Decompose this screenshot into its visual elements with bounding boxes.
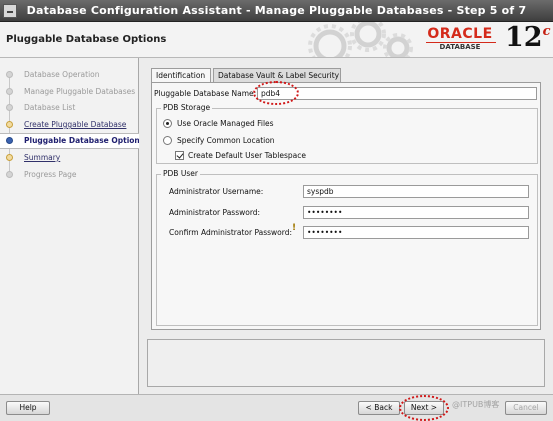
- window-title: Database Configuration Assistant - Manag…: [26, 4, 527, 17]
- oracle-version-logo: 12c: [505, 22, 551, 53]
- create-tablespace-checkbox[interactable]: [175, 151, 184, 160]
- back-button[interactable]: < Back: [358, 401, 400, 415]
- step-database-list: Database List: [0, 101, 139, 115]
- tab-database-vault[interactable]: Database Vault & Label Security: [213, 68, 341, 82]
- step-indicator-icon: [6, 88, 13, 95]
- admin-username-label: Administrator Username:: [169, 187, 264, 196]
- step-label: Database List: [24, 103, 76, 112]
- use-omf-label[interactable]: Use Oracle Managed Files: [177, 119, 274, 128]
- step-indicator-icon: [6, 154, 13, 161]
- steps-sidebar: Database Operation Manage Pluggable Data…: [0, 58, 144, 394]
- main-content: Identification Database Vault & Label Se…: [139, 58, 553, 394]
- message-area: [147, 339, 545, 387]
- pdb-name-label: Pluggable Database Name:: [154, 89, 257, 98]
- admin-password-input[interactable]: [303, 206, 529, 219]
- step-indicator-icon: [6, 171, 13, 178]
- step-label: Progress Page: [24, 170, 77, 179]
- gears-decoration-icon: [308, 22, 413, 57]
- admin-username-input[interactable]: [303, 185, 529, 198]
- step-label[interactable]: Summary: [24, 153, 60, 162]
- page-header: Pluggable Database Options ORACLE DATABA…: [0, 22, 553, 58]
- step-label[interactable]: Create Pluggable Database: [24, 120, 126, 129]
- pdb-name-input[interactable]: [257, 87, 537, 100]
- step-indicator-icon: [6, 104, 13, 111]
- specify-location-label[interactable]: Specify Common Location: [177, 136, 275, 145]
- pdb-storage-title: PDB Storage: [161, 103, 213, 112]
- highlight-ring: [399, 395, 449, 421]
- specify-location-radio[interactable]: [163, 136, 172, 145]
- tab-identification[interactable]: Identification: [151, 68, 211, 83]
- step-create-pdb[interactable]: Create Pluggable Database: [0, 118, 139, 132]
- step-indicator-icon: [6, 121, 13, 128]
- page-title: Pluggable Database Options: [6, 34, 167, 45]
- step-database-operation: Database Operation: [0, 68, 139, 82]
- warning-icon: !: [292, 223, 297, 233]
- cancel-button[interactable]: Cancel: [505, 401, 547, 415]
- step-label: Manage Pluggable Databases: [24, 87, 136, 96]
- watermark-text: @ITPUB博客: [452, 400, 500, 409]
- step-indicator-icon: [6, 137, 13, 144]
- pdb-storage-group: PDB Storage Use Oracle Managed Files Spe…: [156, 103, 538, 164]
- step-progress-page: Progress Page: [0, 168, 139, 182]
- help-button[interactable]: Help: [6, 401, 50, 415]
- oracle-logo: ORACLE DATABASE: [420, 24, 502, 54]
- step-pdb-options[interactable]: Pluggable Database Options: [0, 133, 144, 149]
- step-label: Database Operation: [24, 70, 100, 79]
- step-summary[interactable]: Summary: [0, 151, 139, 165]
- window-titlebar: Database Configuration Assistant - Manag…: [0, 0, 553, 22]
- confirm-password-label: Confirm Administrator Password:: [169, 228, 293, 237]
- step-indicator-icon: [6, 71, 13, 78]
- use-omf-radio[interactable]: [163, 119, 172, 128]
- oracle-logo-database-text: DATABASE: [439, 43, 481, 51]
- step-label[interactable]: Pluggable Database Options: [24, 136, 144, 145]
- version-suffix: c: [542, 24, 551, 39]
- pdb-user-group: PDB User Administrator Username: Adminis…: [156, 169, 538, 326]
- confirm-password-input[interactable]: [303, 226, 529, 239]
- create-tablespace-label[interactable]: Create Default User Tablespace: [188, 151, 306, 160]
- step-manage-pdbs: Manage Pluggable Databases: [0, 85, 139, 99]
- admin-password-label: Administrator Password:: [169, 208, 261, 217]
- version-number: 12: [505, 22, 543, 53]
- identification-panel: Pluggable Database Name: PDB Storage Use…: [151, 81, 541, 330]
- highlight-ring: [253, 81, 299, 105]
- oracle-logo-text: ORACLE: [427, 26, 493, 42]
- button-bar: Help < Back Next > Cancel @ITPUB博客: [0, 394, 553, 421]
- pdb-user-title: PDB User: [161, 169, 200, 178]
